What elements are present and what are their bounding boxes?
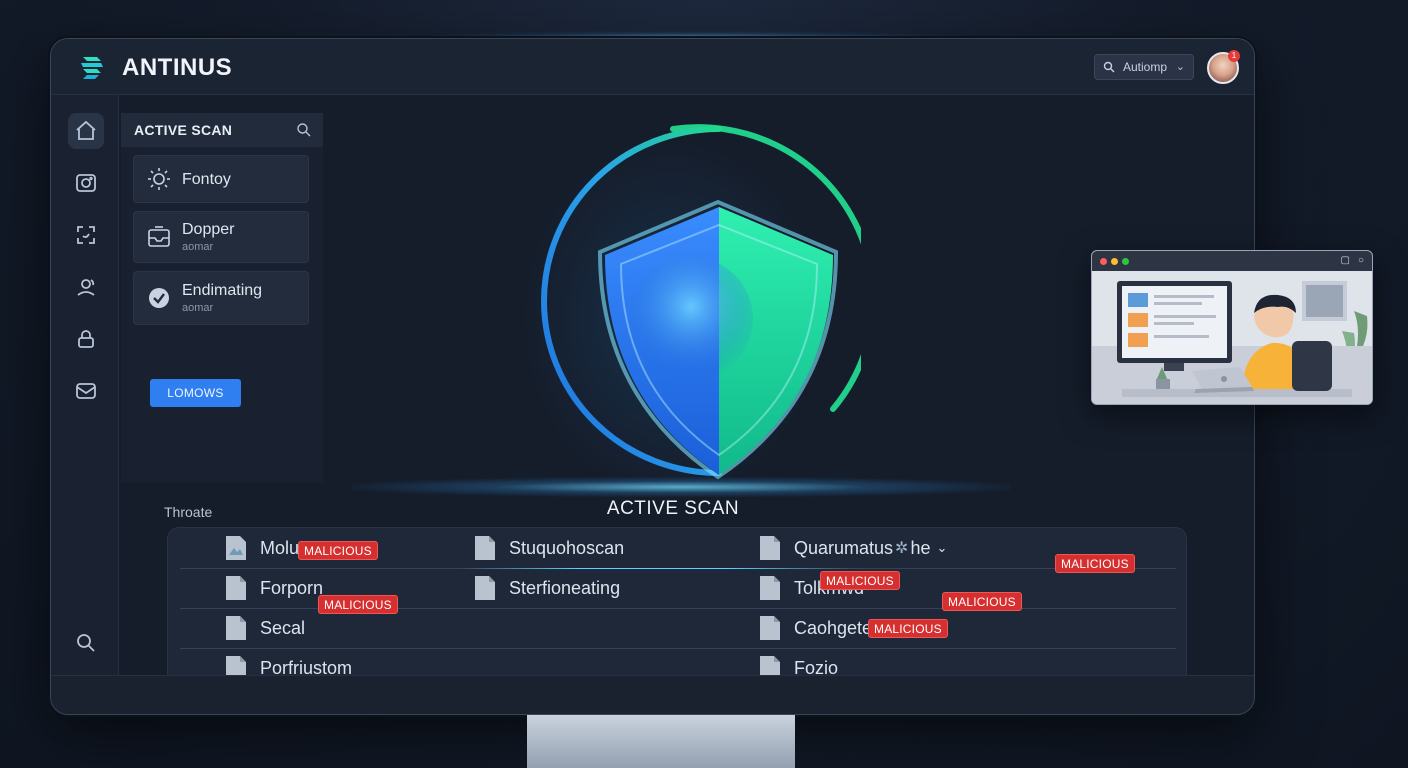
list-item[interactable]: Sterfioneating — [473, 574, 620, 602]
scan-status-label: ACTIVE SCAN — [606, 498, 740, 519]
panel-item-subtitle: aomar — [182, 241, 214, 253]
user-refresh-icon — [77, 279, 95, 296]
panel-item-title: Endimating — [182, 282, 263, 299]
square-icon[interactable]: ▢ — [1341, 255, 1350, 266]
home-icon — [76, 120, 96, 140]
mail-icon — [76, 383, 96, 399]
close-dot-icon[interactable] — [1100, 258, 1107, 265]
malicious-badge: MALICIOUS — [868, 619, 948, 638]
bottom-bar — [51, 675, 1254, 714]
rail-mail-button[interactable] — [68, 373, 104, 409]
list-item[interactable]: Secal — [224, 614, 305, 642]
image-file-icon — [226, 536, 246, 560]
icon-rail — [51, 95, 119, 675]
search-icon — [77, 634, 95, 652]
app-logo-icon — [81, 57, 103, 79]
file-icon — [226, 576, 246, 600]
file-icon — [760, 536, 780, 560]
file-icon — [226, 616, 246, 640]
monitor-screen: ANTINUS Autiomp ⌄ 1 ACTIVE SCAN Fontoy D… — [50, 38, 1255, 715]
rail-camera-button[interactable] — [68, 165, 104, 201]
file-icon — [760, 616, 780, 640]
malicious-badge: MALICIOUS — [942, 592, 1022, 611]
sun-icon — [146, 166, 172, 192]
search-icon — [1103, 61, 1115, 73]
file-icon — [475, 576, 495, 600]
threats-label: Throate — [164, 504, 213, 520]
scan-glow — [351, 477, 1011, 497]
search-icon[interactable] — [296, 122, 311, 137]
panel-item-subtitle: aomar — [182, 302, 214, 314]
list-item[interactable]: Molu — [224, 534, 299, 562]
panel-title: ACTIVE SCAN — [134, 122, 233, 138]
list-item[interactable]: Caohgete — [758, 614, 872, 642]
camera-icon — [76, 174, 96, 192]
file-grid: Molu Forporn Secal Porfriustom Stuquohos… — [167, 527, 1187, 680]
row-divider — [180, 568, 1176, 569]
rail-home-button[interactable] — [68, 113, 104, 149]
malicious-badge: MALICIOUS — [1055, 554, 1135, 573]
panel-item-fontoy[interactable]: Fontoy — [133, 155, 309, 203]
chevron-down-icon[interactable]: ⌄ — [936, 540, 947, 556]
list-item[interactable]: Stuquohoscan — [473, 534, 624, 562]
malicious-badge: MALICIOUS — [318, 595, 398, 614]
file-icon — [760, 576, 780, 600]
file-name: Sterfioneating — [509, 577, 621, 598]
file-name: Molu — [260, 537, 300, 558]
file-name: Secal — [260, 617, 306, 638]
malicious-badge: MALICIOUS — [298, 541, 378, 560]
virus-icon: ✲ — [895, 540, 909, 557]
monitor-stand — [527, 715, 795, 768]
search-dropdown[interactable]: Autiomp ⌄ — [1094, 54, 1194, 80]
list-item[interactable]: Quarumatus ✲ he ⌄ — [758, 534, 947, 562]
lomows-button[interactable]: LOMOWS — [150, 379, 241, 407]
rail-search-button[interactable] — [68, 625, 104, 661]
column-header-suffix: he — [910, 537, 931, 558]
floating-preview-window[interactable]: ▢ ○ — [1091, 250, 1373, 405]
rail-user-button[interactable] — [68, 269, 104, 305]
notification-badge: 1 — [1228, 50, 1240, 62]
rail-lock-button[interactable] — [68, 321, 104, 357]
window-titlebar: ▢ ○ — [1092, 251, 1372, 271]
file-name: Stuquohoscan — [509, 537, 625, 558]
panel-item-dopper[interactable]: Dopper aomar — [133, 211, 309, 263]
file-name: Forporn — [260, 577, 324, 598]
file-name: Caohgete — [794, 617, 873, 638]
file-name: Quarumatus — [794, 537, 894, 558]
shield-progress-graphic — [541, 124, 861, 480]
avatar[interactable]: 1 — [1207, 50, 1240, 84]
panel-item-endimating[interactable]: Endimating aomar — [133, 271, 309, 325]
minimize-dot-icon[interactable] — [1111, 258, 1118, 265]
active-scan-panel: ACTIVE SCAN Fontoy Dopper aomar Endimati… — [121, 113, 323, 483]
chevron-down-icon: ⌄ — [1175, 61, 1185, 73]
lock-icon — [78, 330, 94, 348]
search-value: Autiomp — [1123, 60, 1168, 74]
malicious-badge: MALICIOUS — [820, 571, 900, 590]
rail-scan-button[interactable] — [68, 217, 104, 253]
maximize-dot-icon[interactable] — [1122, 258, 1129, 265]
scan-icon — [77, 226, 95, 244]
panel-item-title: Fontoy — [182, 171, 231, 188]
person-at-laptop-illustration — [1092, 271, 1372, 404]
inbox-icon — [146, 224, 172, 250]
panel-header: ACTIVE SCAN — [121, 113, 323, 147]
app-title: ANTINUS — [122, 54, 233, 81]
file-icon — [475, 536, 495, 560]
check-shield-icon — [146, 285, 172, 311]
panel-item-title: Dopper — [182, 221, 235, 238]
circle-icon[interactable]: ○ — [1358, 255, 1364, 266]
list-item[interactable]: Forporn — [224, 574, 323, 602]
row-divider — [180, 648, 1176, 649]
titlebar: ANTINUS Autiomp ⌄ 1 — [51, 39, 1254, 95]
